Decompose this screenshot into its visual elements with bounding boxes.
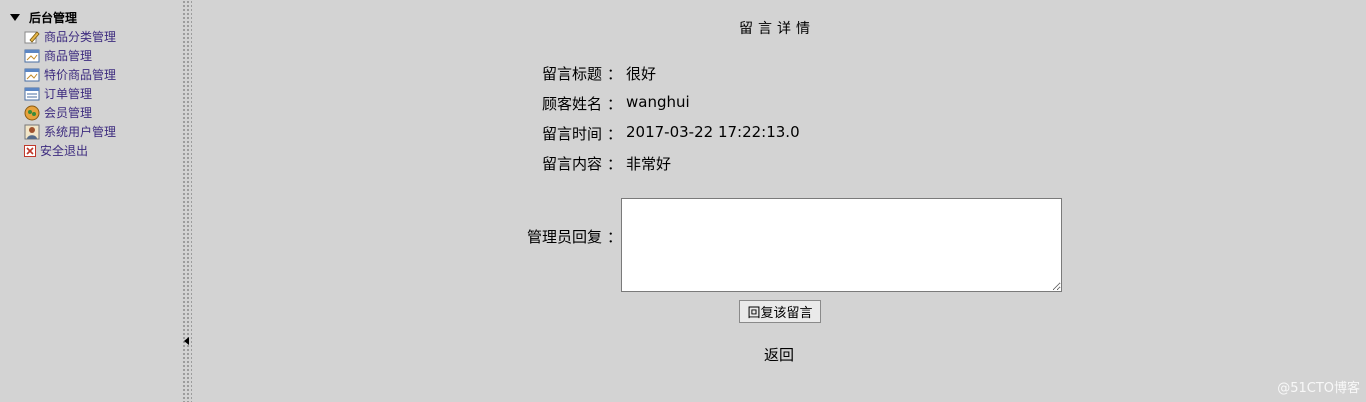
field-value-time: 2017-03-22 17:22:13.0 <box>626 123 800 141</box>
sidebar-item-members[interactable]: 会员管理 <box>24 103 116 122</box>
collapse-arrow-icon[interactable] <box>184 337 189 345</box>
field-label-content: 留言内容 <box>541 155 602 173</box>
field-colon: ： <box>607 125 623 143</box>
field-label-title: 留言标题 <box>541 65 602 83</box>
sidebar-item-label: 商品分类管理 <box>44 30 117 44</box>
window-icon <box>24 49 40 62</box>
users-icon <box>24 105 40 120</box>
field-label-customer: 顾客姓名 <box>541 95 602 113</box>
reply-textarea[interactable] <box>621 198 1062 292</box>
expand-arrow-icon[interactable] <box>10 14 20 21</box>
field-colon: ： <box>607 65 623 83</box>
user-icon <box>24 124 40 139</box>
sidebar-item-special[interactable]: 特价商品管理 <box>24 65 116 84</box>
sidebar-item-category[interactable]: 商品分类管理 <box>24 27 116 46</box>
sidebar: 后台管理 商品分类管理 商品管理 特价商品管理 订单管理 会员管理 系统用户管理… <box>0 0 181 402</box>
sidebar-item-label: 商品管理 <box>44 49 93 63</box>
sidebar-item-label: 会员管理 <box>44 106 93 120</box>
field-value-content: 非常好 <box>626 155 672 173</box>
sidebar-item-label: 特价商品管理 <box>44 68 117 82</box>
field-value-customer: wanghui <box>626 93 690 111</box>
sidebar-item-label: 安全退出 <box>40 144 89 158</box>
sidebar-item-orders[interactable]: 订单管理 <box>24 84 116 103</box>
reply-label: 管理员回复 <box>526 228 602 246</box>
sidebar-item-logout[interactable]: 安全退出 <box>24 141 116 160</box>
back-link[interactable]: 返回 <box>764 344 794 365</box>
tree-root-label: 后台管理 <box>29 11 78 25</box>
field-colon: ： <box>607 155 623 173</box>
watermark: @51CTO博客 <box>1277 381 1360 396</box>
tree-items: 商品分类管理 商品管理 特价商品管理 订单管理 会员管理 系统用户管理 安全退出 <box>24 27 116 160</box>
close-icon <box>24 144 36 157</box>
page-title: 留言详情 <box>739 21 815 37</box>
window-icon <box>24 68 40 81</box>
sidebar-item-products[interactable]: 商品管理 <box>24 46 116 65</box>
tree-root[interactable]: 后台管理 <box>10 9 77 26</box>
reply-button[interactable]: 回复该留言 <box>739 300 821 323</box>
sidebar-item-label: 系统用户管理 <box>44 125 117 139</box>
field-colon: ： <box>607 228 623 246</box>
list-icon <box>24 87 40 100</box>
field-value-title: 很好 <box>626 65 657 83</box>
pencil-icon <box>24 30 40 43</box>
field-colon: ： <box>607 95 623 113</box>
field-label-time: 留言时间 <box>541 125 602 143</box>
sidebar-item-sysusers[interactable]: 系统用户管理 <box>24 122 116 141</box>
sidebar-item-label: 订单管理 <box>44 87 93 101</box>
